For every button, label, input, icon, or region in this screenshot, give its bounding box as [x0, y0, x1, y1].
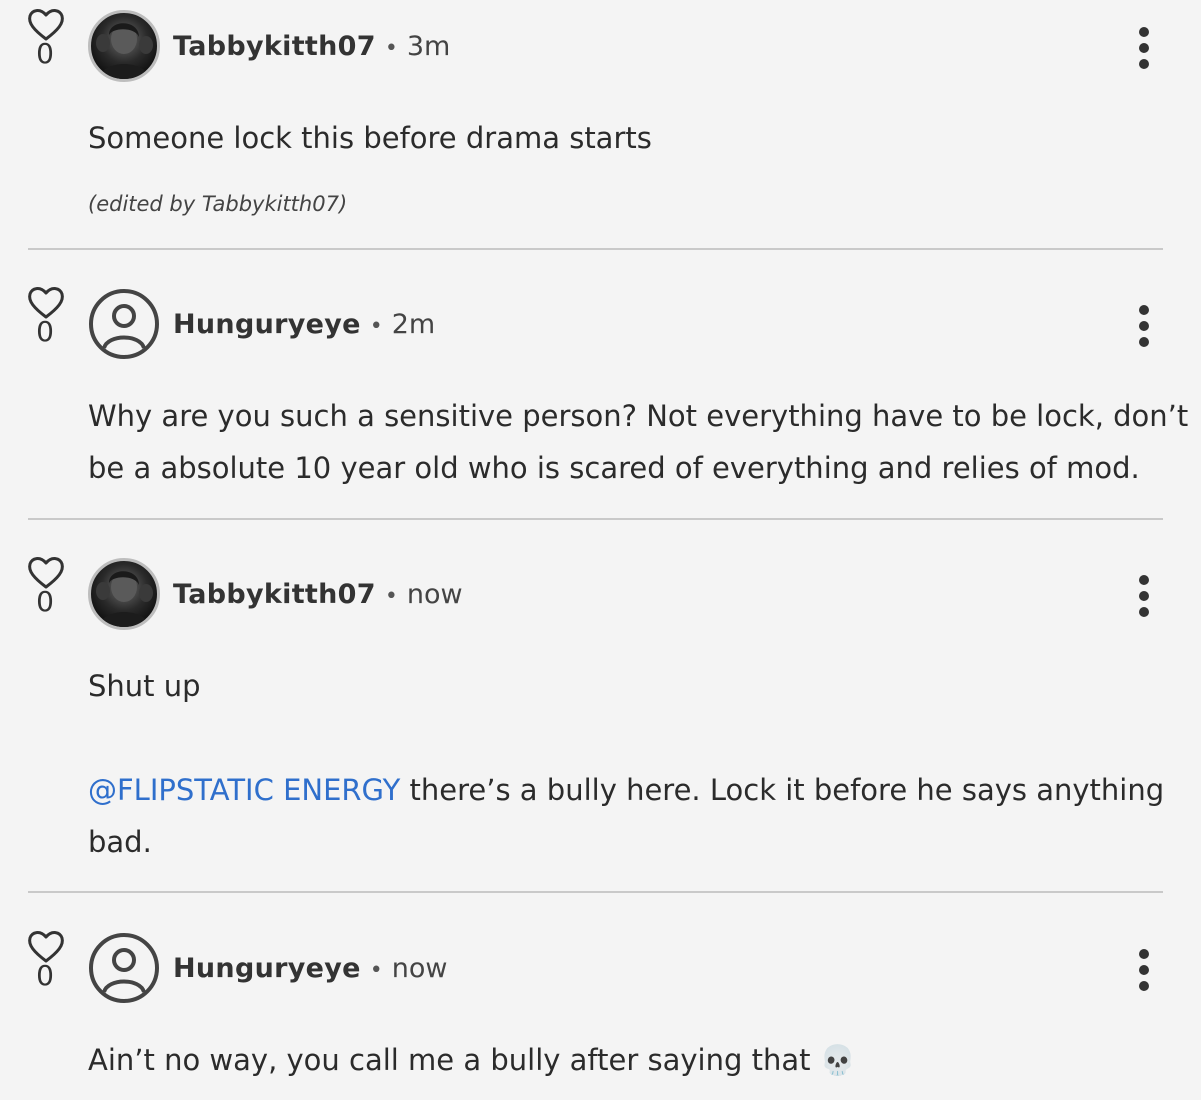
username[interactable]: Tabbykitth07: [173, 579, 376, 610]
username[interactable]: Hunguryeye: [173, 953, 361, 984]
like-control: 0: [26, 554, 66, 618]
comment-text-line: bad.: [88, 825, 152, 859]
separator-dot: •: [369, 314, 383, 339]
more-options-icon[interactable]: [1126, 574, 1162, 618]
separator-dot: •: [369, 958, 383, 983]
username[interactable]: Hunguryeye: [173, 309, 361, 340]
like-count: 0: [36, 959, 54, 992]
comment-meta: Hunguryeye • now: [173, 949, 447, 989]
timestamp: now: [406, 579, 463, 610]
username[interactable]: Tabbykitth07: [173, 31, 376, 62]
avatar[interactable]: [88, 932, 160, 1004]
user-mention-link[interactable]: @FLIPSTATIC ENERGY: [88, 773, 400, 807]
comment-text: Someone lock this before drama starts: [88, 121, 652, 155]
timestamp: now: [391, 953, 448, 984]
comment-meta: Tabbykitth07 • now: [173, 575, 463, 615]
default-user-icon: [89, 289, 159, 359]
skull-emoji: 💀: [819, 1043, 856, 1077]
edited-note: (edited by Tabbykitth07): [88, 192, 348, 216]
comment-text-fragment: there’s a bully here. Lock it before he …: [400, 773, 1165, 807]
timestamp: 3m: [406, 31, 451, 62]
like-count: 0: [36, 315, 54, 348]
avatar[interactable]: [88, 558, 160, 630]
comment-text: Why are you such a sensitive person? Not…: [88, 390, 1189, 494]
divider: [28, 248, 1163, 250]
avatar[interactable]: [88, 10, 160, 82]
divider: [28, 518, 1163, 520]
comment-text: Shut up: [88, 669, 201, 703]
separator-dot: •: [384, 584, 398, 609]
like-count: 0: [36, 585, 54, 618]
like-count: 0: [36, 37, 54, 70]
like-control: 0: [26, 6, 66, 70]
more-options-icon[interactable]: [1126, 304, 1162, 348]
comment-text-line: Why are you such a sensitive person? Not…: [88, 399, 1189, 433]
comment-meta: Tabbykitth07 • 3m: [173, 27, 450, 67]
like-control: 0: [26, 928, 66, 992]
more-options-icon[interactable]: [1126, 948, 1162, 992]
avatar[interactable]: [88, 288, 160, 360]
avatar-photo-icon: [96, 23, 153, 79]
divider: [28, 891, 1163, 893]
default-user-icon: [89, 933, 159, 1003]
separator-dot: •: [384, 36, 398, 61]
more-options-icon[interactable]: [1126, 26, 1162, 70]
comment-text: Ain’t no way, you call me a bully after …: [88, 1034, 1178, 1086]
comment-text-line: be a absolute 10 year old who is scared …: [88, 451, 1140, 485]
timestamp: 2m: [391, 309, 436, 340]
comment-feed: 0 Tabbykitth07 • 3m Someone lock this befo…: [0, 0, 1201, 1100]
like-control: 0: [26, 284, 66, 348]
avatar-photo-icon: [96, 571, 153, 627]
comment-meta: Hunguryeye • 2m: [173, 305, 435, 345]
comment-text: @FLIPSTATIC ENERGY there’s a bully here.…: [88, 764, 1178, 868]
comment-text-fragment: Ain’t no way, you call me a bully after …: [88, 1043, 811, 1077]
comment-text-line: @FLIPSTATIC ENERGY there’s a bully here.…: [88, 764, 1178, 816]
